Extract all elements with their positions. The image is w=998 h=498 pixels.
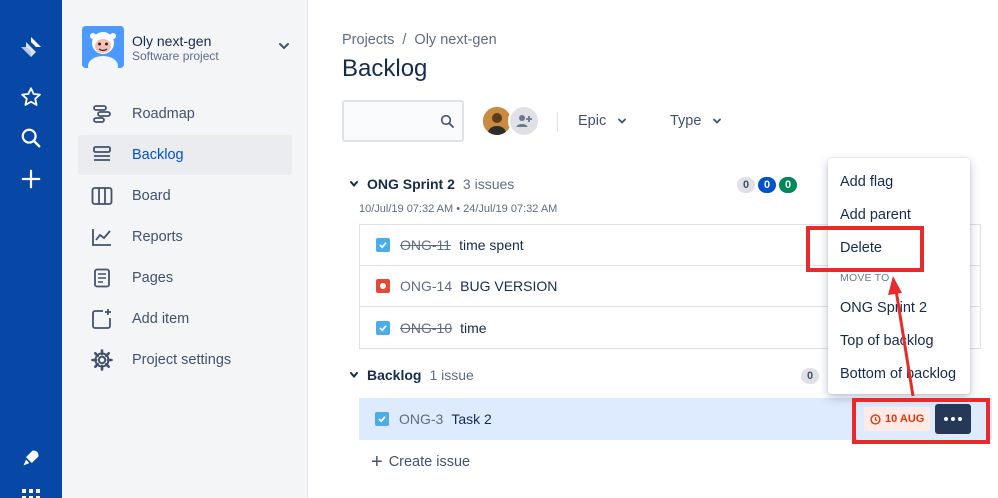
bug-icon bbox=[376, 279, 390, 293]
add-user-icon[interactable] bbox=[508, 105, 540, 137]
story-check-icon bbox=[376, 238, 390, 252]
add-item-icon bbox=[90, 307, 114, 331]
type-filter-label: Type bbox=[670, 113, 702, 129]
jira-logo-icon[interactable] bbox=[0, 27, 62, 67]
sidebar-item-label: Pages bbox=[132, 270, 174, 286]
breadcrumb-projects[interactable]: Projects bbox=[342, 32, 394, 48]
breadcrumb: Projects / Oly next-gen bbox=[342, 32, 497, 48]
chevron-down-icon[interactable] bbox=[349, 370, 359, 380]
reports-icon bbox=[90, 225, 114, 249]
plus-icon[interactable] bbox=[0, 159, 62, 199]
breadcrumb-separator: / bbox=[402, 32, 407, 48]
backlog-name: Backlog bbox=[367, 367, 422, 383]
gear-icon bbox=[90, 348, 114, 372]
breadcrumb-project[interactable]: Oly next-gen bbox=[414, 32, 496, 48]
menu-section-move-to: MOVE TO bbox=[840, 272, 890, 284]
project-sidebar: Oly next-gen Software project Roadmap Ba… bbox=[62, 0, 308, 498]
actions-highlight-box bbox=[852, 398, 990, 444]
pages-icon bbox=[90, 266, 114, 290]
issue-summary: Task 2 bbox=[451, 411, 492, 427]
sidebar-item-board[interactable]: Board bbox=[78, 176, 292, 216]
chevron-down-icon bbox=[713, 118, 722, 124]
backlog-status-badges: 0 bbox=[801, 368, 819, 384]
board-icon bbox=[90, 184, 114, 208]
sidebar-item-roadmap[interactable]: Roadmap bbox=[78, 94, 292, 134]
global-nav bbox=[0, 0, 62, 498]
sprint-header[interactable]: ONG Sprint 2 3 issues bbox=[349, 176, 514, 192]
chevron-down-icon bbox=[618, 118, 627, 124]
sidebar-item-label: Add item bbox=[132, 311, 190, 327]
delete-highlight-box bbox=[806, 226, 924, 272]
menu-item-add-flag[interactable]: Add flag bbox=[840, 174, 893, 190]
sidebar-item-label: Board bbox=[132, 188, 171, 204]
app-switcher-icon[interactable] bbox=[0, 478, 62, 498]
issue-key[interactable]: ONG-3 bbox=[399, 411, 443, 427]
project-switcher[interactable]: Oly next-gen Software project bbox=[82, 26, 292, 70]
search-icon[interactable] bbox=[0, 118, 62, 158]
project-type: Software project bbox=[132, 49, 219, 63]
sidebar-item-label: Backlog bbox=[132, 147, 184, 163]
plus-icon: + bbox=[371, 451, 383, 473]
story-check-icon bbox=[376, 320, 390, 335]
done-count-badge: 0 bbox=[779, 177, 797, 193]
rocket-icon[interactable] bbox=[0, 438, 62, 478]
sidebar-item-label: Reports bbox=[132, 229, 183, 245]
menu-item-add-parent[interactable]: Add parent bbox=[840, 207, 911, 223]
issue-summary: BUG VERSION bbox=[460, 278, 558, 294]
issue-key[interactable]: ONG-10 bbox=[400, 320, 452, 336]
user-filter[interactable] bbox=[481, 105, 545, 139]
menu-item-top-of-backlog[interactable]: Top of backlog bbox=[840, 333, 934, 349]
sidebar-item-label: Roadmap bbox=[132, 106, 195, 122]
create-issue-label: Create issue bbox=[388, 454, 471, 470]
in-progress-count-badge: 0 bbox=[758, 177, 776, 193]
todo-count-badge: 0 bbox=[737, 177, 755, 193]
issue-summary: time spent bbox=[459, 237, 524, 253]
backlog-icon bbox=[90, 143, 114, 167]
type-filter[interactable]: Type bbox=[670, 113, 723, 129]
epic-filter-label: Epic bbox=[578, 113, 607, 129]
sprint-dates: 10/Jul/19 07:32 AM • 24/Jul/19 07:32 AM bbox=[359, 203, 558, 215]
divider bbox=[557, 112, 558, 132]
sidebar-item-label: Project settings bbox=[132, 352, 232, 368]
menu-item-bottom-of-backlog[interactable]: Bottom of backlog bbox=[840, 366, 956, 382]
page-title: Backlog bbox=[342, 55, 428, 82]
sidebar-item-add-item[interactable]: Add item bbox=[78, 299, 292, 339]
menu-item-move-sprint[interactable]: ONG Sprint 2 bbox=[840, 300, 927, 316]
issue-actions-menu: Add flag Add parent Delete MOVE TO ONG S… bbox=[828, 158, 970, 394]
star-icon[interactable] bbox=[0, 77, 62, 117]
sprint-name: ONG Sprint 2 bbox=[367, 176, 455, 192]
sidebar-item-backlog[interactable]: Backlog bbox=[78, 135, 292, 175]
chevron-down-icon[interactable] bbox=[276, 38, 292, 54]
chevron-down-icon[interactable] bbox=[349, 179, 359, 189]
project-name: Oly next-gen bbox=[132, 33, 212, 49]
sidebar-item-pages[interactable]: Pages bbox=[78, 258, 292, 298]
sidebar-item-project-settings[interactable]: Project settings bbox=[78, 340, 292, 380]
task-check-icon bbox=[375, 412, 389, 426]
backlog-header[interactable]: Backlog 1 issue bbox=[349, 367, 474, 383]
issue-summary: time bbox=[460, 319, 487, 336]
issue-key[interactable]: ONG-11 bbox=[400, 237, 451, 253]
sidebar-item-reports[interactable]: Reports bbox=[78, 217, 292, 257]
backlog-issue-count: 1 issue bbox=[429, 367, 474, 383]
project-avatar bbox=[82, 26, 124, 68]
search-icon bbox=[440, 114, 454, 133]
sprint-status-badges: 0 0 0 bbox=[737, 177, 797, 193]
todo-count-badge: 0 bbox=[801, 368, 819, 384]
issue-key[interactable]: ONG-14 bbox=[400, 278, 452, 294]
create-issue-button[interactable]: + Create issue bbox=[371, 452, 470, 472]
sprint-issue-count: 3 issues bbox=[462, 176, 515, 192]
epic-filter[interactable]: Epic bbox=[578, 113, 628, 129]
roadmap-icon bbox=[90, 102, 114, 126]
search-input[interactable] bbox=[342, 100, 464, 142]
